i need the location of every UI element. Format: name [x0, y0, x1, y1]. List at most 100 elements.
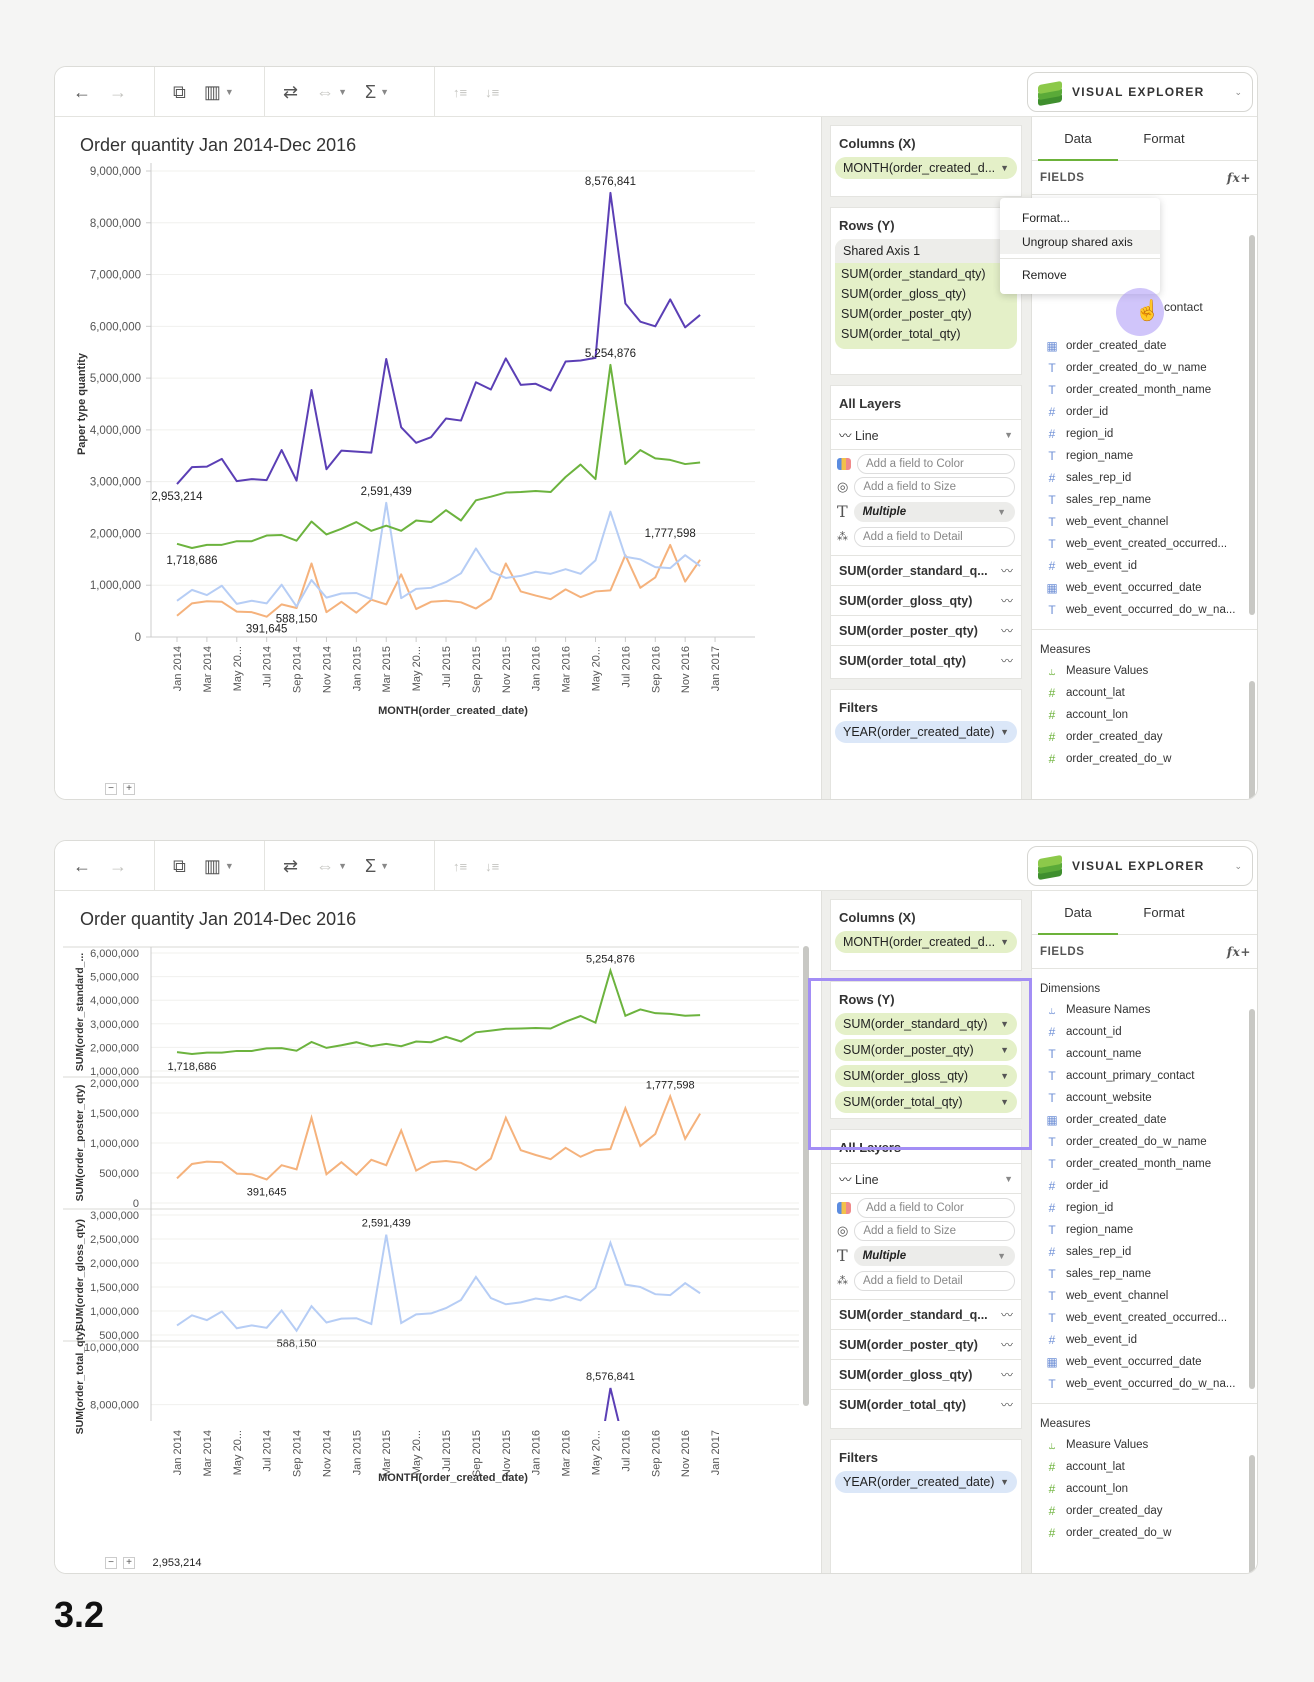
menu-item-ungroup-shared-axis[interactable]: Ungroup shared axis	[1000, 230, 1160, 254]
layer-item[interactable]: SUM(order_standard_q... 〰	[831, 555, 1021, 585]
field-item[interactable]: Torder_created_do_w_name	[1032, 1131, 1257, 1153]
field-item[interactable]: # sales_rep_id	[1032, 467, 1257, 489]
field-item[interactable]: Tsales_rep_name	[1032, 1263, 1257, 1285]
layer-item[interactable]: SUM(order_gloss_qty) 〰	[831, 585, 1021, 615]
field-item[interactable]: Torder_created_do_w_name	[1032, 357, 1257, 379]
field-item[interactable]: ▦ order_created_date	[1032, 1109, 1257, 1131]
shared-axis-group[interactable]: Shared Axis 1▼ SUM(order_standard_qty) S…	[835, 239, 1017, 349]
sort-desc-icon[interactable]: ↓≡	[485, 85, 499, 100]
chart-type-button[interactable]: ▥ ▼	[204, 82, 234, 103]
visual-explorer-dropdown[interactable]: VISUAL EXPLORER ⌄	[1027, 846, 1253, 886]
forward-icon[interactable]: →	[109, 856, 127, 877]
shared-axis-header[interactable]: Shared Axis 1▼	[835, 239, 1017, 263]
layer-item[interactable]: SUM(order_poster_qty) 〰	[831, 1329, 1021, 1359]
zoom-in-button[interactable]: +	[123, 783, 135, 795]
aggregate-button[interactable]: Σ ▼	[365, 856, 389, 877]
formula-icon[interactable]: fx+	[1227, 171, 1251, 185]
field-item[interactable]: Taccount_name	[1032, 1043, 1257, 1065]
field-item[interactable]: # account_id	[1032, 1021, 1257, 1043]
field-item[interactable]: # sales_rep_id	[1032, 1241, 1257, 1263]
sort-asc-icon[interactable]: ↑≡	[453, 859, 467, 874]
field-item[interactable]: Taccount_website	[1032, 1087, 1257, 1109]
layer-item[interactable]: SUM(order_gloss_qty) 〰	[831, 1359, 1021, 1389]
line-chart[interactable]: 0 1,000,000 2,000,000 3,000,000 4,000,000 5,0…	[55, 117, 821, 800]
filter-pill[interactable]: YEAR(order_created_date) ▼	[835, 1471, 1017, 1493]
detail-field-input[interactable]: Add a field to Detail	[854, 1270, 1015, 1291]
shared-axis-item[interactable]: SUM(order_total_qty)	[835, 323, 1017, 343]
field-item[interactable]: Tweb_event_channel	[1032, 1285, 1257, 1307]
measures-scrollbar[interactable]	[1249, 1455, 1255, 1573]
zoom-out-button[interactable]: −	[105, 783, 117, 795]
chart-type-button[interactable]: ▥ ▼	[204, 856, 234, 877]
shared-axis-item[interactable]: SUM(order_gloss_qty)	[835, 283, 1017, 303]
visual-explorer-dropdown[interactable]: VISUAL EXPLORER ⌄	[1027, 72, 1253, 112]
mark-type-select[interactable]: 〰 Line ▼	[831, 1163, 1021, 1193]
field-item[interactable]: Tweb_event_created_occurred...	[1032, 1307, 1257, 1329]
field-item[interactable]: Torder_created_month_name	[1032, 379, 1257, 401]
swap-axes-icon[interactable]: ⇄	[283, 82, 298, 103]
columns-pill[interactable]: MONTH(order_created_d... ▼	[835, 157, 1017, 179]
mark-type-select[interactable]: 〰 Line ▼	[831, 419, 1021, 449]
layer-item[interactable]: SUM(order_poster_qty) 〰	[831, 615, 1021, 645]
layer-item[interactable]: SUM(order_total_qty) 〰	[831, 1389, 1021, 1419]
tab-data[interactable]: Data	[1038, 891, 1118, 935]
swap-axes-icon[interactable]: ⇄	[283, 856, 298, 877]
color-field-input[interactable]: Add a field to Color	[857, 454, 1015, 474]
dimensions-scrollbar[interactable]	[1249, 235, 1255, 615]
back-icon[interactable]: ←	[73, 82, 91, 103]
add-layer-icon[interactable]: ⧉	[173, 856, 186, 877]
field-item[interactable]: ⥿ Measure Values	[1032, 1434, 1257, 1456]
tab-format[interactable]: Format	[1124, 117, 1204, 160]
aggregate-button[interactable]: Σ ▼	[365, 82, 389, 103]
filter-pill[interactable]: YEAR(order_created_date) ▼	[835, 721, 1017, 743]
columns-pill[interactable]: MONTH(order_created_d... ▼	[835, 931, 1017, 953]
field-item[interactable]: Tweb_event_channel	[1032, 511, 1257, 533]
field-item[interactable]: # order_id	[1032, 401, 1257, 423]
field-item[interactable]: # order_created_do_w	[1032, 748, 1257, 770]
sort-asc-icon[interactable]: ↑≡	[453, 85, 467, 100]
field-item[interactable]: # account_lat	[1032, 682, 1257, 704]
field-item[interactable]: Tweb_event_occurred_do_w_na...	[1032, 1373, 1257, 1395]
shared-axis-item[interactable]: SUM(order_poster_qty)	[835, 303, 1017, 323]
zoom-out-button[interactable]: −	[105, 1557, 117, 1569]
back-icon[interactable]: ←	[73, 856, 91, 877]
field-item[interactable]: Tregion_name	[1032, 1219, 1257, 1241]
axis-button[interactable]: ⇔ ▼	[316, 82, 347, 103]
dimensions-scrollbar[interactable]	[1249, 1009, 1255, 1389]
field-item[interactable]: Tregion_name	[1032, 445, 1257, 467]
multi-pane-line-chart[interactable]: 1,000,0002,000,0003,000,0004,000,0005,00…	[55, 891, 821, 1574]
field-item[interactable]: ▦ web_event_occurred_date	[1032, 577, 1257, 599]
add-layer-icon[interactable]: ⧉	[173, 82, 186, 103]
axis-button[interactable]: ⇔ ▼	[316, 856, 347, 877]
field-item[interactable]: # web_event_id	[1032, 1329, 1257, 1351]
zoom-in-button[interactable]: +	[123, 1557, 135, 1569]
field-item[interactable]: # account_lon	[1032, 1478, 1257, 1500]
color-field-input[interactable]: Add a field to Color	[857, 1198, 1015, 1218]
menu-item-remove[interactable]: Remove	[1000, 263, 1160, 287]
field-item[interactable]: # region_id	[1032, 1197, 1257, 1219]
field-item[interactable]: ⥿ Measure Values	[1032, 660, 1257, 682]
formula-icon[interactable]: fx+	[1227, 945, 1251, 959]
field-item[interactable]: # web_event_id	[1032, 555, 1257, 577]
field-item[interactable]: Tsales_rep_name	[1032, 489, 1257, 511]
measures-scrollbar[interactable]	[1249, 681, 1255, 799]
field-item[interactable]: # region_id	[1032, 423, 1257, 445]
layer-item[interactable]: SUM(order_standard_q... 〰	[831, 1299, 1021, 1329]
field-item[interactable]: # order_created_day	[1032, 1500, 1257, 1522]
tab-data[interactable]: Data	[1038, 117, 1118, 161]
field-item[interactable]: Tweb_event_occurred_do_w_na...	[1032, 599, 1257, 621]
detail-field-input[interactable]: Add a field to Detail	[854, 526, 1015, 547]
size-field-input[interactable]: Add a field to Size	[854, 1220, 1015, 1241]
field-item[interactable]: ▦ order_created_date	[1032, 335, 1257, 357]
field-item[interactable]: # order_id	[1032, 1175, 1257, 1197]
field-item[interactable]: Taccount_primary_contact	[1032, 1065, 1257, 1087]
sort-desc-icon[interactable]: ↓≡	[485, 859, 499, 874]
forward-icon[interactable]: →	[109, 82, 127, 103]
field-item[interactable]: Torder_created_month_name	[1032, 1153, 1257, 1175]
field-item[interactable]: ⥿ Measure Names	[1032, 999, 1257, 1021]
layer-item[interactable]: SUM(order_total_qty) 〰	[831, 645, 1021, 675]
tab-format[interactable]: Format	[1124, 891, 1204, 934]
field-item[interactable]: ▦ web_event_occurred_date	[1032, 1351, 1257, 1373]
menu-item-format[interactable]: Format...	[1000, 206, 1160, 230]
field-item[interactable]: # order_created_do_w	[1032, 1522, 1257, 1544]
